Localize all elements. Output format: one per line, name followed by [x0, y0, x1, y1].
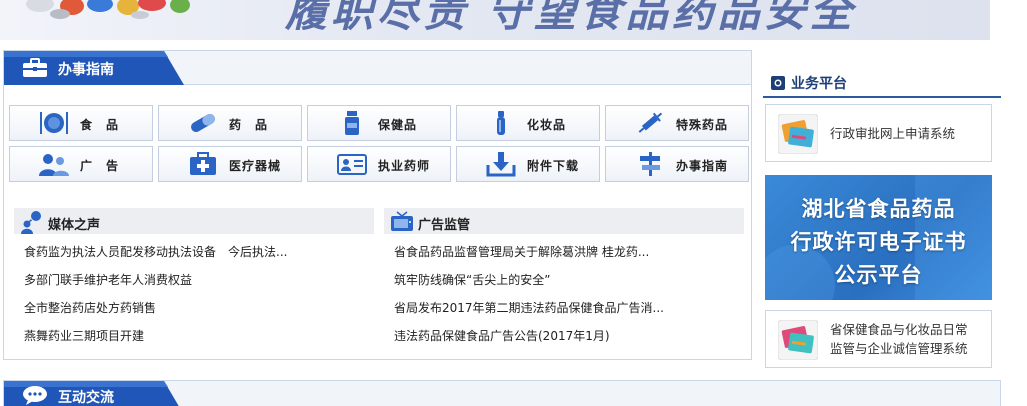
- guide-button-device[interactable]: 医疗器械: [158, 146, 302, 182]
- bottle-icon: [345, 111, 359, 135]
- tv-icon: [391, 211, 413, 231]
- promo-line-3: 公示平台: [834, 263, 923, 287]
- pills-decoration-icon: [26, 0, 190, 19]
- guide-button-guide[interactable]: 办事指南: [605, 146, 749, 182]
- service-online-approval[interactable]: 行政审批网上申请系统: [765, 104, 992, 162]
- media-news-list: 食药监为执法人员配发移动执法设备 今后执法... 多部门联手维护老年人消费权益 …: [14, 238, 374, 350]
- medkit-icon: [190, 152, 216, 175]
- guide-header: 办事指南: [4, 51, 751, 85]
- chat-bubble-icon: [23, 386, 47, 405]
- ads-section: 广告监管 省食品药品监督管理局关于解除葛洪牌 桂龙药... 筑牢防线确保“舌尖上…: [384, 208, 744, 350]
- top-banner: 履职尽责 守望食品药品安全: [0, 0, 990, 40]
- media-header: 媒体之声: [14, 208, 374, 234]
- service-integrity-label-2: 监管与企业诚信管理系统: [830, 341, 968, 356]
- e-certificate-promo-banner[interactable]: 湖北省食品药品 行政许可电子证书 公示平台: [765, 175, 992, 300]
- download-icon: [486, 152, 516, 177]
- ads-news-list: 省食品药品监督管理局关于解除葛洪牌 桂龙药... 筑牢防线确保“舌尖上的安全” …: [384, 238, 744, 350]
- card-icon: [778, 320, 818, 360]
- people-icon: [39, 154, 69, 176]
- guide-button-label: 广 告: [80, 159, 120, 173]
- signpost-icon: [640, 152, 660, 176]
- guide-button-special-drug[interactable]: 特殊药品: [605, 105, 749, 141]
- guide-button-label: 食 品: [80, 118, 120, 132]
- guide-button-label: 化妆品: [527, 118, 567, 132]
- promo-line-2: 行政许可电子证书: [790, 230, 967, 254]
- guide-button-label: 执业药师: [378, 159, 431, 173]
- platform-header: 业务平台: [763, 68, 1001, 98]
- list-item[interactable]: 省食品药品监督管理局关于解除葛洪牌 桂龙药...: [384, 238, 744, 266]
- media-section: 媒体之声 食药监为执法人员配发移动执法设备 今后执法... 多部门联手维护老年人…: [14, 208, 374, 350]
- guide-button-label: 保健品: [378, 118, 418, 132]
- guide-button-pharmacist[interactable]: 执业药师: [307, 146, 451, 182]
- cosmetic-icon: [497, 111, 505, 135]
- speech-bubble-icon: [21, 211, 41, 234]
- ads-header: 广告监管: [384, 208, 744, 234]
- list-item[interactable]: 燕舞药业三期项目开建: [14, 322, 374, 350]
- list-item[interactable]: 违法药品保健食品广告公告(2017年1月): [384, 322, 744, 350]
- platform-title: 业务平台: [791, 76, 847, 92]
- guide-button-label: 药 品: [229, 118, 269, 132]
- media-title: 媒体之声: [48, 218, 101, 233]
- guide-tab[interactable]: 办事指南: [4, 51, 184, 85]
- promo-line-1: 湖北省食品药品: [801, 197, 956, 221]
- list-item[interactable]: 省局发布2017年第二期违法药品保健食品广告消...: [384, 294, 744, 322]
- briefcase-icon: [23, 58, 47, 77]
- guide-button-label: 特殊药品: [676, 118, 729, 132]
- plate-icon: [40, 112, 68, 134]
- guide-title: 办事指南: [58, 62, 114, 78]
- guide-button-ads[interactable]: 广 告: [9, 146, 153, 182]
- list-item[interactable]: 筑牢防线确保“舌尖上的安全”: [384, 266, 744, 294]
- syringe-icon: [638, 112, 663, 133]
- interaction-tab[interactable]: 互动交流: [4, 381, 184, 406]
- guide-button-health[interactable]: 保健品: [307, 105, 451, 141]
- ads-title: 广告监管: [418, 218, 471, 233]
- square-bullet-icon: [771, 76, 785, 90]
- idcard-icon: [337, 154, 367, 175]
- interaction-title: 互动交流: [58, 390, 114, 406]
- guide-button-food[interactable]: 食 品: [9, 105, 153, 141]
- list-item[interactable]: 食药监为执法人员配发移动执法设备 今后执法...: [14, 238, 374, 266]
- pill-icon: [191, 113, 215, 132]
- service-integrity-system[interactable]: 省保健食品与化妆品日常 监管与企业诚信管理系统: [765, 310, 992, 368]
- interaction-panel: 互动交流: [3, 380, 1001, 406]
- card-icon: [778, 114, 818, 154]
- guide-button-download[interactable]: 附件下载: [456, 146, 600, 182]
- guide-button-label: 附件下载: [527, 159, 580, 173]
- service-integrity-label-1: 省保健食品与化妆品日常: [830, 322, 968, 337]
- list-item[interactable]: 全市整治药店处方药销售: [14, 294, 374, 322]
- guide-button-label: 办事指南: [676, 159, 729, 173]
- list-item[interactable]: 多部门联手维护老年人消费权益: [14, 266, 374, 294]
- service-online-approval-label: 行政审批网上申请系统: [830, 126, 956, 141]
- guide-button-label: 医疗器械: [229, 159, 282, 173]
- guide-button-cosmetic[interactable]: 化妆品: [456, 105, 600, 141]
- banner-slogan: 履职尽责 守望食品药品安全: [285, 0, 856, 36]
- guide-panel: 办事指南 食 品 药 品 保健品 化妆品 特殊药品 广 告 医疗器械 执业药师 …: [3, 50, 752, 360]
- guide-button-drug[interactable]: 药 品: [158, 105, 302, 141]
